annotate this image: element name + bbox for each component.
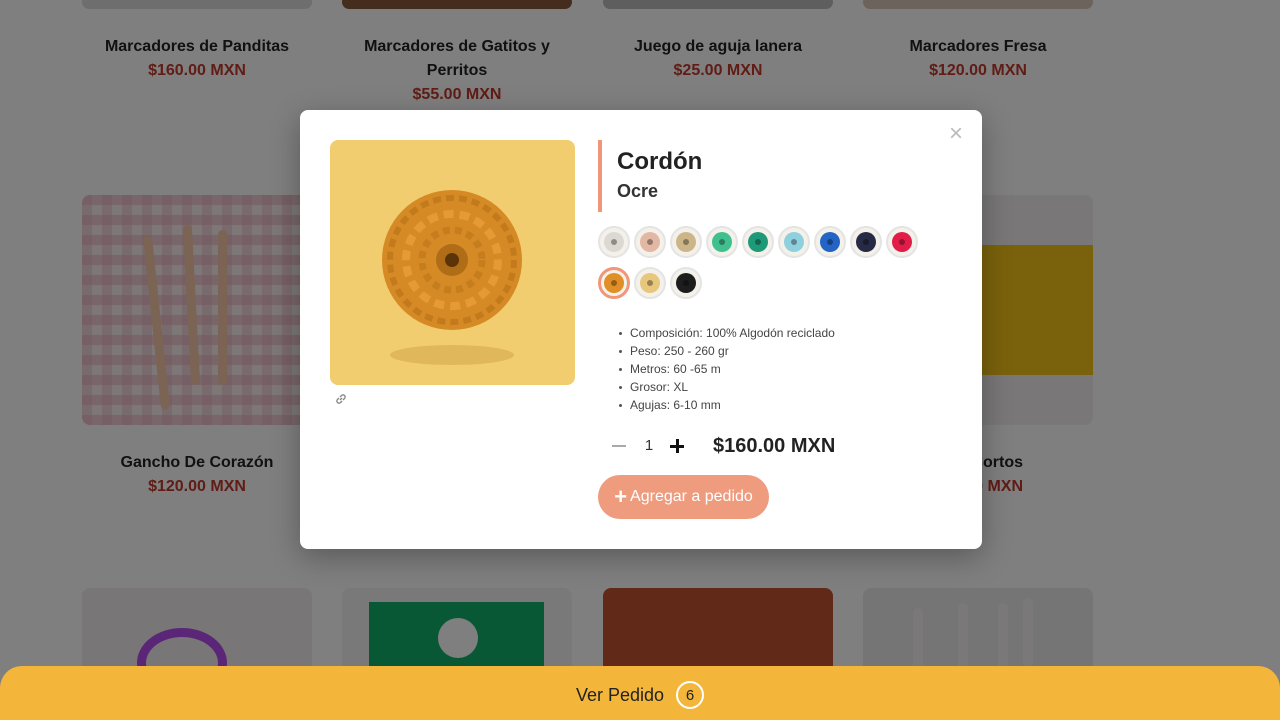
view-order-label: Ver Pedido (575, 685, 665, 705)
product-info: Cordón Ocre Composición: 100% Algodón re… (598, 140, 958, 519)
spec-item: Peso: 250 - 260 gr (619, 342, 835, 360)
view-order-bar[interactable]: Ver Pedido 6 (0, 666, 1280, 720)
link-icon[interactable] (334, 392, 348, 406)
quantity-value: 1 (644, 437, 654, 454)
color-swatch-rojo[interactable] (886, 226, 918, 258)
color-swatch-ocre[interactable] (598, 267, 630, 299)
color-swatch-azul[interactable] (814, 226, 846, 258)
color-swatch-rosa-palo[interactable] (634, 226, 666, 258)
add-to-order-button[interactable]: + Agregar a pedido (598, 475, 769, 519)
color-swatch-marino[interactable] (850, 226, 882, 258)
color-swatch-vainilla[interactable] (634, 267, 666, 299)
product-price: $160.00 MXN (713, 435, 836, 457)
spec-item: Metros: 60 -65 m (619, 360, 835, 378)
plus-icon[interactable] (667, 436, 687, 456)
product-title: Cordón (617, 148, 703, 175)
minus-icon[interactable] (609, 436, 629, 456)
product-variant: Ocre (617, 181, 659, 201)
quantity-selector: 1 $160.00 MXN (609, 432, 949, 460)
color-swatch-negro[interactable] (670, 267, 702, 299)
product-specs: Composición: 100% Algodón reciclado Peso:… (619, 324, 835, 414)
color-swatch-verde-jade[interactable] (742, 226, 774, 258)
product-image (330, 140, 575, 385)
color-swatch-menta[interactable] (706, 226, 738, 258)
spec-item: Agujas: 6-10 mm (619, 396, 835, 414)
order-count-badge: 6 (676, 681, 705, 709)
add-to-order-label: Agregar a pedido (630, 488, 753, 505)
color-swatch-beige[interactable] (670, 226, 702, 258)
title-block: Cordón Ocre (598, 140, 958, 212)
color-swatch-blanco[interactable] (598, 226, 630, 258)
color-swatch-azul-cielo[interactable] (778, 226, 810, 258)
plus-icon: + (614, 484, 628, 509)
spec-item: Composición: 100% Algodón reciclado (619, 324, 835, 342)
product-modal: × Cordón Ocre Composición: 100% Algodón … (300, 110, 982, 549)
spec-item: Grosor: XL (619, 378, 835, 396)
